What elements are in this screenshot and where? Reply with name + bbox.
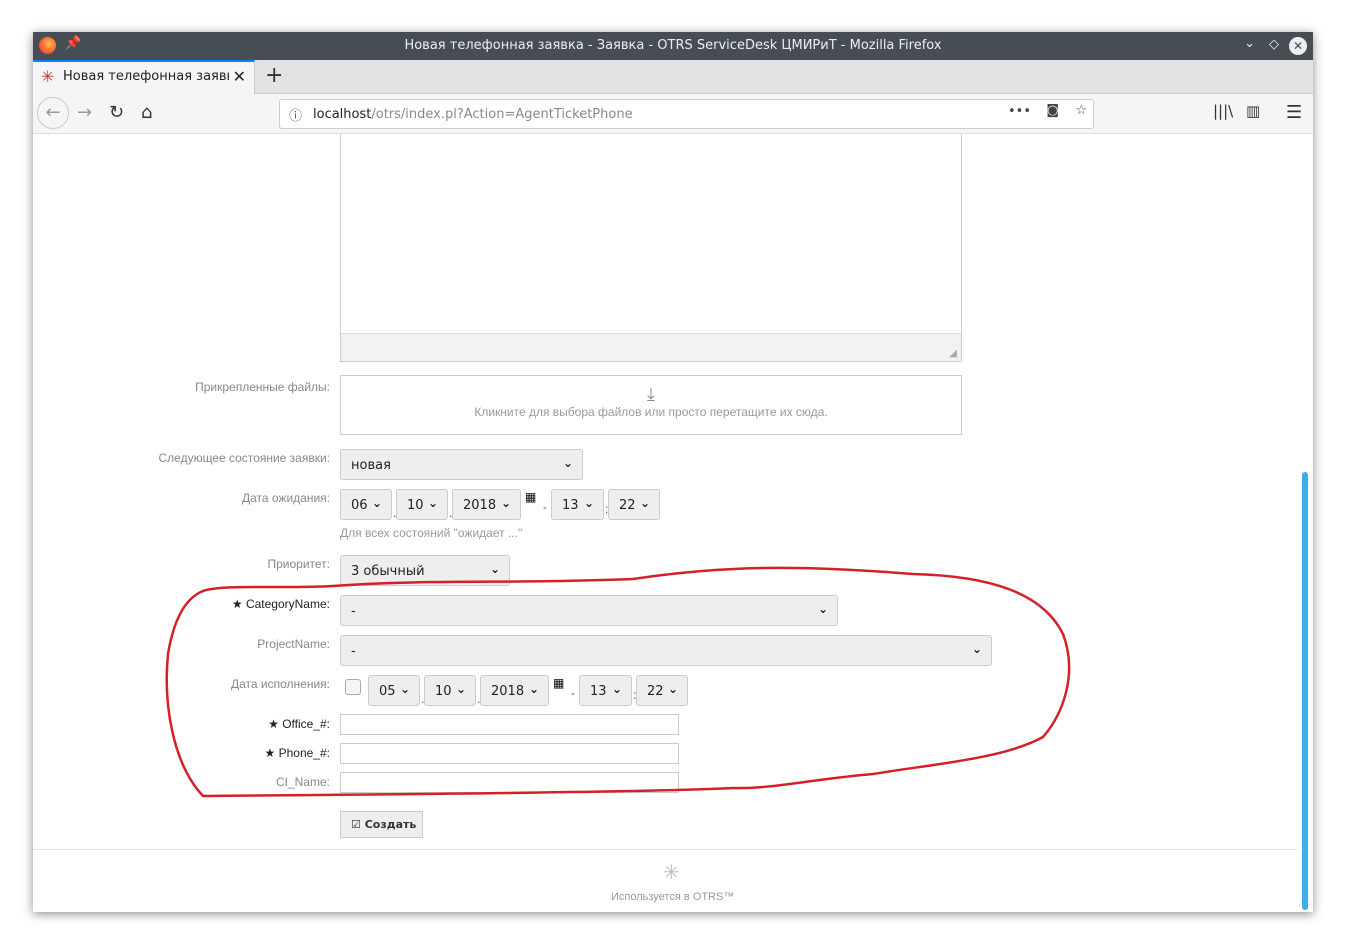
priority-select[interactable]: 3 обычный ⌄ <box>340 555 510 586</box>
title-bar: 📌 Новая телефонная заявка - Заявка - OTR… <box>33 32 1313 60</box>
due-minute-select[interactable]: 22 ⌄ <box>636 675 688 706</box>
office-label: ★ Office_#: <box>268 717 330 731</box>
new-tab-button[interactable]: + <box>265 63 283 88</box>
next-state-value: новая <box>351 458 391 473</box>
attachments-label: Прикрепленные файлы: <box>195 380 330 394</box>
forward-icon[interactable]: → <box>77 102 92 123</box>
more-icon[interactable]: ••• <box>1008 104 1031 119</box>
menu-icon[interactable]: ☰ <box>1286 102 1302 123</box>
calendar-icon[interactable]: ▦ <box>553 676 564 690</box>
info-icon[interactable]: ⓘ <box>289 105 302 124</box>
close-tab-icon[interactable]: ✕ <box>228 67 246 86</box>
window-title: Новая телефонная заявка - Заявка - OTRS … <box>404 38 942 53</box>
category-label: ★ CategoryName: <box>231 597 330 611</box>
office-input[interactable] <box>340 714 679 735</box>
pending-minute-select[interactable]: 22 ⌄ <box>608 489 660 520</box>
textarea-statusbar: ◢ <box>341 333 961 361</box>
phone-input[interactable] <box>340 743 679 764</box>
next-state-select[interactable]: новая ⌄ <box>340 449 583 480</box>
back-icon[interactable]: ← <box>37 97 69 129</box>
due-date-label: Дата исполнения: <box>231 677 330 691</box>
project-select[interactable]: - ⌄ <box>340 635 992 666</box>
otrs-favicon-icon: ✳ <box>41 67 55 86</box>
tab-label: Новая телефонная заявка <box>63 69 243 84</box>
nav-bar: ← → ↻ ⌂ ⓘ localhost/otrs/index.pl?Action… <box>33 94 1313 134</box>
footer-divider <box>33 849 1298 850</box>
calendar-icon[interactable]: ▦ <box>525 490 536 504</box>
pocket-icon[interactable]: ◙ <box>1046 103 1059 118</box>
resize-handle-icon[interactable]: ◢ <box>949 348 957 359</box>
minimize-icon[interactable]: ⌄ <box>1244 36 1255 51</box>
pending-hour-select[interactable]: 13 ⌄ <box>551 489 604 520</box>
ci-name-label: CI_Name: <box>275 775 330 789</box>
attachments-dropzone[interactable]: ⤓ Кликните для выбора файлов или просто … <box>340 375 962 435</box>
pending-hint: Для всех состояний "ожидает ..." <box>340 526 523 540</box>
page-content: ◢ Прикрепленные файлы: ⤓ Кликните для вы… <box>33 134 1313 912</box>
body-textarea[interactable]: ◢ <box>340 134 962 362</box>
tab-bar: ✳ Новая телефонная заявка ✕ + <box>33 60 1313 94</box>
project-label: ProjectName: <box>257 637 330 651</box>
pending-date-label: Дата ожидания: <box>241 491 330 505</box>
due-year-select[interactable]: 2018 ⌄ <box>480 675 549 706</box>
category-select[interactable]: - ⌄ <box>340 595 838 626</box>
scrollbar-thumb[interactable] <box>1302 472 1308 910</box>
attachments-hint: Кликните для выбора файлов или просто пе… <box>474 405 828 419</box>
url-host: localhost <box>313 107 372 122</box>
priority-label: Приоритет: <box>267 557 330 571</box>
create-button[interactable]: ☑ Создать <box>340 811 423 838</box>
pending-day-select[interactable]: 06 ⌄ <box>340 489 392 520</box>
library-icon[interactable]: |||\ <box>1213 102 1233 120</box>
home-icon[interactable]: ⌂ <box>141 102 152 123</box>
url-bar[interactable]: ⓘ localhost/otrs/index.pl?Action=AgentTi… <box>279 99 1094 129</box>
close-window-icon[interactable]: ✕ <box>1289 37 1307 55</box>
url-path: /otrs/index.pl?Action=AgentTicketPhone <box>371 107 633 122</box>
reload-icon[interactable]: ↻ <box>109 102 124 123</box>
due-month-select[interactable]: 10 ⌄ <box>424 675 476 706</box>
pending-month-select[interactable]: 10 ⌄ <box>396 489 448 520</box>
otrs-logo-icon: ✳ <box>663 862 680 884</box>
browser-window: 📌 Новая телефонная заявка - Заявка - OTR… <box>33 32 1313 912</box>
check-square-icon: ☑ <box>351 818 361 831</box>
chevron-down-icon: ⌄ <box>562 456 573 470</box>
bookmark-star-icon[interactable]: ☆ <box>1075 103 1087 118</box>
maximize-icon[interactable]: ◇ <box>1269 37 1279 52</box>
due-hour-select[interactable]: 13 ⌄ <box>579 675 632 706</box>
sidebar-icon[interactable]: ▥ <box>1246 102 1260 120</box>
phone-label: ★ Phone_#: <box>264 746 330 760</box>
upload-icon: ⤓ <box>647 384 655 404</box>
due-day-select[interactable]: 05 ⌄ <box>368 675 420 706</box>
next-state-label: Следующее состояние заявки: <box>158 451 330 465</box>
pending-year-select[interactable]: 2018 ⌄ <box>452 489 521 520</box>
tab-active[interactable]: ✳ Новая телефонная заявка ✕ <box>33 60 255 94</box>
footer-text: Используется в OTRS™ <box>611 891 735 903</box>
due-date-checkbox[interactable] <box>345 679 361 695</box>
ci-name-input[interactable] <box>340 772 679 793</box>
